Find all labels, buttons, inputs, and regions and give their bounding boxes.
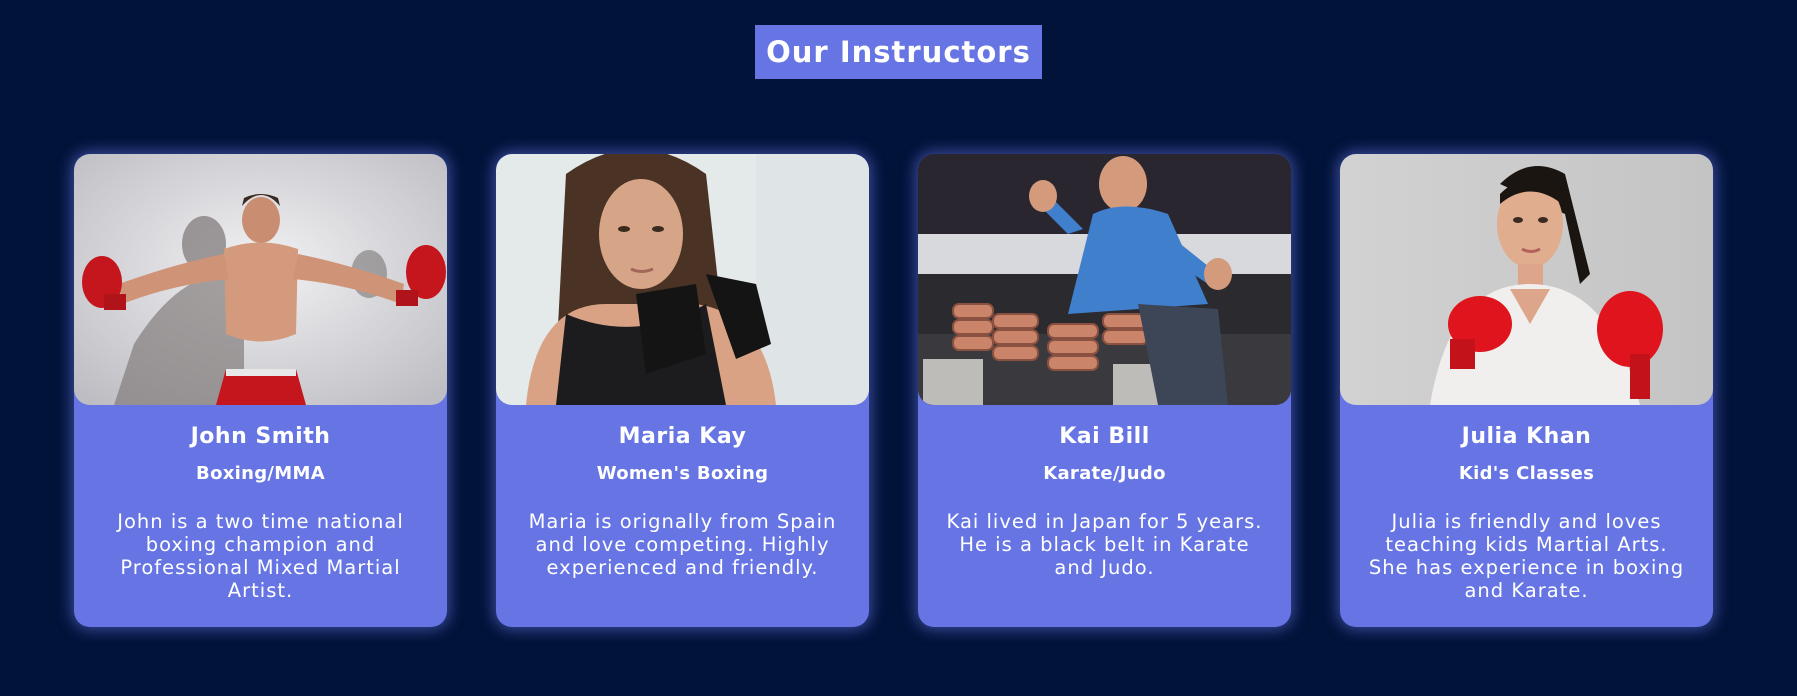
instructor-card-john-smith: John Smith Boxing/MMA John is a two time… bbox=[74, 154, 447, 627]
instructor-bio: Kai lived in Japan for 5 years. He is a … bbox=[946, 510, 1263, 579]
instructor-name: Maria Kay bbox=[618, 424, 747, 449]
instructor-specialty: Women's Boxing bbox=[596, 463, 769, 484]
instructor-photo bbox=[918, 154, 1291, 405]
instructor-card-maria-kay: Maria Kay Women's Boxing Maria is origna… bbox=[496, 154, 869, 627]
instructor-card-julia-khan: Julia Khan Kid's Classes Julia is friend… bbox=[1340, 154, 1713, 627]
section-header: Our Instructors bbox=[0, 25, 1797, 79]
instructor-card-kai-bill: Kai Bill Karate/Judo Kai lived in Japan … bbox=[918, 154, 1291, 627]
instructor-bio: Maria is orignally from Spain and love c… bbox=[528, 510, 837, 579]
instructor-specialty: Boxing/MMA bbox=[196, 463, 325, 484]
instructor-cards: John Smith Boxing/MMA John is a two time… bbox=[74, 154, 1713, 627]
instructor-bio: John is a two time national boxing champ… bbox=[117, 510, 404, 602]
instructor-specialty: Kid's Classes bbox=[1458, 463, 1595, 484]
instructor-bio: Julia is friendly and loves teaching kid… bbox=[1368, 510, 1685, 602]
instructor-photo bbox=[496, 154, 869, 405]
instructor-photo bbox=[74, 154, 447, 405]
instructor-name: Julia Khan bbox=[1461, 424, 1592, 449]
instructor-photo bbox=[1340, 154, 1713, 405]
instructor-name: Kai Bill bbox=[1059, 424, 1150, 449]
section-title: Our Instructors bbox=[755, 25, 1042, 79]
instructor-name: John Smith bbox=[190, 424, 331, 449]
instructor-specialty: Karate/Judo bbox=[1043, 463, 1166, 484]
